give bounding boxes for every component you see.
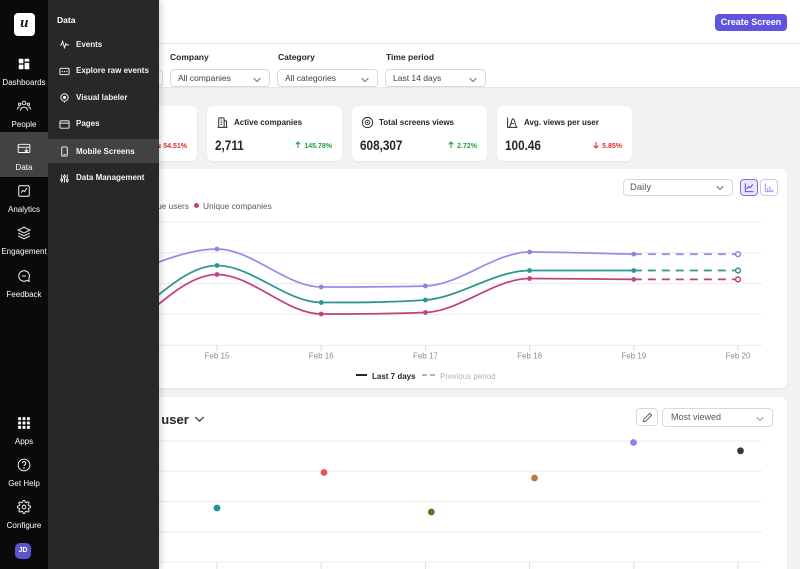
svg-text:Feb 17: Feb 17 <box>413 352 438 361</box>
svg-text:Feb 16: Feb 16 <box>309 352 334 361</box>
svg-text:Feb 18: Feb 18 <box>517 352 542 361</box>
svg-text:Feb 19: Feb 19 <box>621 352 646 361</box>
svg-text:Feb 15: Feb 15 <box>205 352 230 361</box>
svg-text:Feb 20: Feb 20 <box>726 352 751 361</box>
